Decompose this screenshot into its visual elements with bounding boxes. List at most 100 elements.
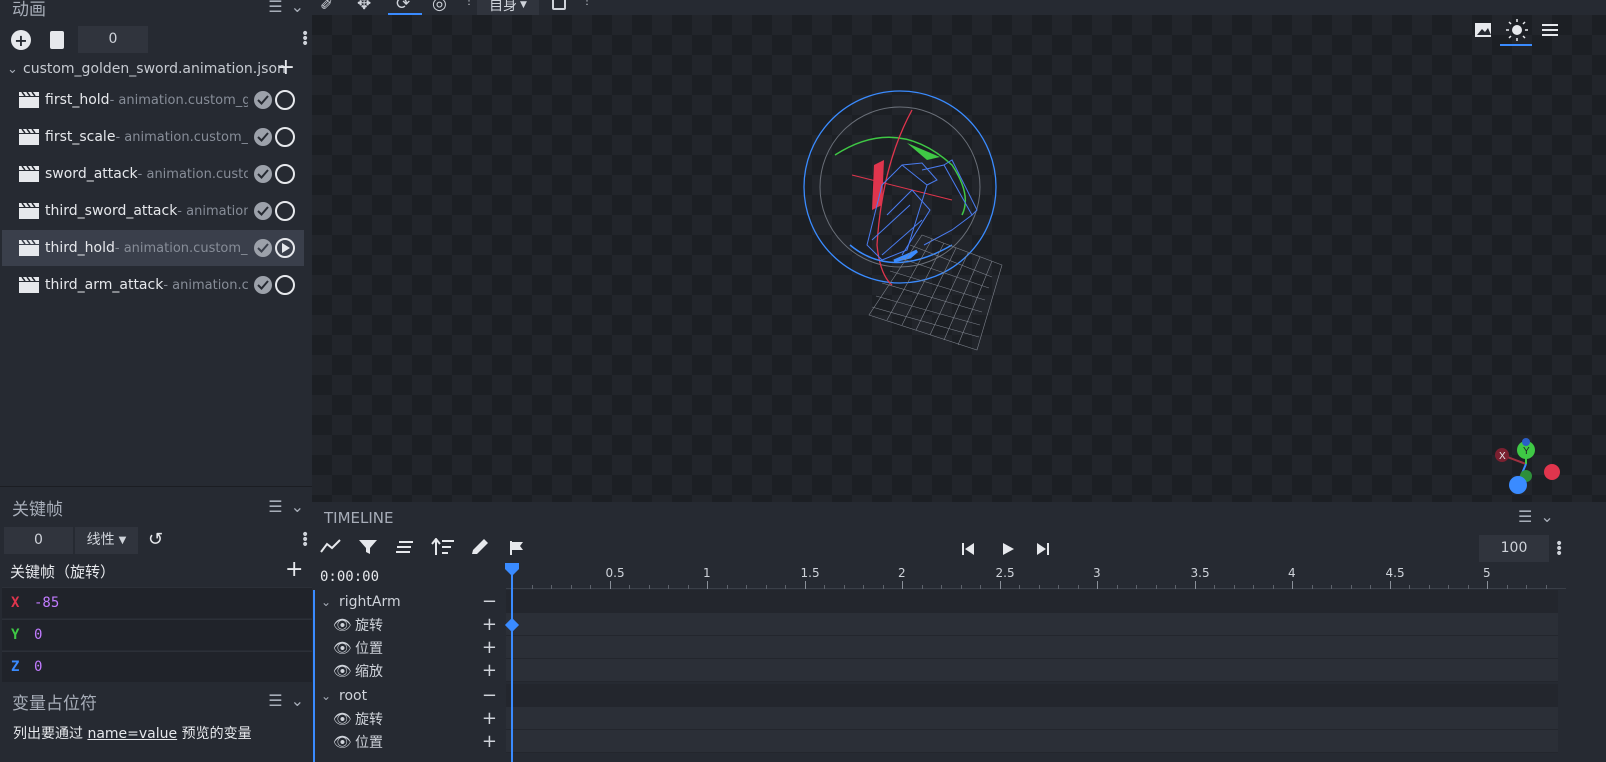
- eye-icon[interactable]: 👁: [333, 710, 353, 728]
- check-icon[interactable]: [254, 239, 272, 257]
- keyframe-channel-title: 关键帧（旋转）: [10, 563, 116, 581]
- collapse-icon[interactable]: −: [482, 685, 497, 706]
- eye-icon[interactable]: 👁: [333, 616, 353, 634]
- add-keyframe-icon[interactable]: +: [482, 614, 497, 635]
- play-circle-icon[interactable]: [275, 238, 295, 258]
- more-options-icon[interactable]: • • •: [301, 528, 309, 552]
- brush-icon[interactable]: ✐: [320, 0, 333, 14]
- playhead[interactable]: [511, 566, 513, 762]
- chevron-down-icon[interactable]: ⌄: [291, 0, 304, 16]
- track-channel-position[interactable]: 👁 位置 +: [313, 636, 506, 659]
- animation-item[interactable]: third_arm_attack - animation.custom_gold…: [2, 267, 304, 303]
- track-group-root[interactable]: ⌄ root −: [313, 684, 506, 707]
- keyframe-value-input[interactable]: 0: [34, 659, 42, 675]
- track-channel-rotation[interactable]: 👁 旋转 +: [313, 707, 506, 730]
- check-icon[interactable]: [254, 91, 272, 109]
- more-options-icon[interactable]: ⋮: [582, 0, 592, 7]
- pen-icon[interactable]: [470, 538, 490, 556]
- circle-icon[interactable]: [275, 201, 295, 221]
- add-icon[interactable]: +: [285, 557, 303, 582]
- keyframe-value-row-y[interactable]: Y 0: [2, 619, 312, 650]
- track-channel-rotation[interactable]: 👁 旋转 +: [313, 613, 506, 636]
- reset-icon[interactable]: ↺: [148, 529, 163, 550]
- rotate-icon[interactable]: ⟳: [396, 0, 410, 14]
- align-icon[interactable]: [396, 541, 414, 553]
- add-animation-icon[interactable]: +: [11, 30, 31, 50]
- track-lane[interactable]: [506, 730, 1558, 753]
- skip-forward-icon[interactable]: [1036, 542, 1050, 556]
- keyframe-value-row-z[interactable]: Z 0: [2, 651, 312, 682]
- track-channel-scale[interactable]: 👁 缩放 +: [313, 659, 506, 682]
- chevron-down-icon[interactable]: ⌄: [291, 497, 304, 516]
- eye-icon[interactable]: 👁: [333, 639, 353, 657]
- eye-icon[interactable]: 👁: [333, 662, 353, 680]
- track-lane[interactable]: [506, 684, 1558, 707]
- collapse-icon[interactable]: −: [482, 591, 497, 612]
- circle-icon[interactable]: [275, 90, 295, 110]
- add-keyframe-icon[interactable]: +: [482, 708, 497, 729]
- keyframe-value-input[interactable]: -85: [34, 595, 59, 611]
- animation-item[interactable]: third_sword_attack - animation.custom_go…: [2, 193, 304, 229]
- panel-menu-icon[interactable]: ☰: [268, 497, 282, 516]
- play-icon[interactable]: [1001, 542, 1015, 556]
- track-lane[interactable]: [506, 636, 1558, 659]
- track-lane[interactable]: [506, 707, 1558, 730]
- chevron-down-icon[interactable]: ⌄: [1540, 507, 1553, 526]
- keyframe-value-input[interactable]: 0: [34, 627, 42, 643]
- check-icon[interactable]: [254, 276, 272, 294]
- track-lane[interactable]: [506, 659, 1558, 682]
- circle-icon[interactable]: [275, 164, 295, 184]
- chevron-down-icon[interactable]: ⌄: [7, 62, 23, 77]
- fps-input[interactable]: 100: [1479, 535, 1549, 562]
- keyframe-value-row-x[interactable]: X -85: [2, 587, 312, 618]
- add-keyframe-icon[interactable]: +: [482, 637, 497, 658]
- panel-menu-icon[interactable]: ☰: [268, 691, 282, 710]
- import-file-icon[interactable]: [50, 31, 64, 49]
- animation-item[interactable]: first_scale - animation.custom_golden_sw…: [2, 119, 304, 155]
- interpolation-select[interactable]: 线性 ▼: [75, 527, 138, 554]
- circle-icon[interactable]: [275, 275, 295, 295]
- panel-menu-icon[interactable]: ☰: [268, 0, 282, 16]
- animation-item-selected[interactable]: third_hold - animation.custom_golden_swo…: [2, 230, 304, 266]
- time-ruler[interactable]: [506, 563, 1566, 589]
- chevron-down-icon[interactable]: ⌄: [291, 691, 304, 710]
- eye-icon[interactable]: 👁: [333, 733, 353, 751]
- chevron-down-icon[interactable]: ⌄: [321, 595, 331, 609]
- lock-icon[interactable]: [552, 0, 566, 10]
- animation-item[interactable]: first_hold - animation.custom_golden_swo…: [2, 82, 304, 118]
- move-icon[interactable]: ✥: [357, 0, 371, 14]
- circle-icon[interactable]: [275, 127, 295, 147]
- check-icon[interactable]: [254, 128, 272, 146]
- more-options-icon[interactable]: • • •: [301, 27, 309, 51]
- add-keyframe-icon[interactable]: +: [482, 731, 497, 752]
- add-keyframe-icon[interactable]: +: [482, 660, 497, 681]
- animation-item[interactable]: sword_attack - animation.custom_golden_s…: [2, 156, 304, 192]
- track-lane[interactable]: [506, 613, 1558, 636]
- graph-editor-icon[interactable]: [320, 538, 342, 554]
- panel-menu-icon[interactable]: ☰: [1518, 507, 1532, 526]
- chevron-down-icon[interactable]: ⌄: [321, 689, 331, 703]
- more-options-icon[interactable]: ⋮: [464, 0, 474, 7]
- check-icon[interactable]: [254, 165, 272, 183]
- sort-icon[interactable]: [431, 538, 455, 556]
- keyframe-time-input[interactable]: 0: [4, 527, 73, 554]
- variables-panel-title: 变量占位符: [12, 693, 97, 714]
- 3d-viewport[interactable]: X Y: [312, 15, 1606, 502]
- filter-icon[interactable]: [358, 539, 378, 555]
- track-group-rightarm[interactable]: ⌄ rightArm −: [313, 590, 506, 613]
- animation-time-input[interactable]: 0: [78, 26, 148, 53]
- track-lane[interactable]: [506, 590, 1558, 613]
- track-channel-position[interactable]: 👁 位置 +: [313, 730, 506, 753]
- more-options-icon[interactable]: • • •: [1555, 537, 1563, 561]
- animation-name: sword_attack: [45, 166, 138, 182]
- pivot-icon[interactable]: ◎: [432, 0, 447, 14]
- skip-back-icon[interactable]: [961, 542, 975, 556]
- track-label: 缩放: [355, 663, 383, 680]
- transform-space-select[interactable]: 自身 ▼: [477, 0, 539, 15]
- svg-text:Y: Y: [1523, 446, 1530, 457]
- animation-file-row[interactable]: ⌄ custom_golden_sword.animation.json +: [7, 55, 307, 80]
- check-icon[interactable]: [254, 202, 272, 220]
- playhead-handle[interactable]: [505, 563, 519, 577]
- add-icon[interactable]: +: [277, 55, 295, 80]
- flag-icon[interactable]: [509, 540, 525, 556]
